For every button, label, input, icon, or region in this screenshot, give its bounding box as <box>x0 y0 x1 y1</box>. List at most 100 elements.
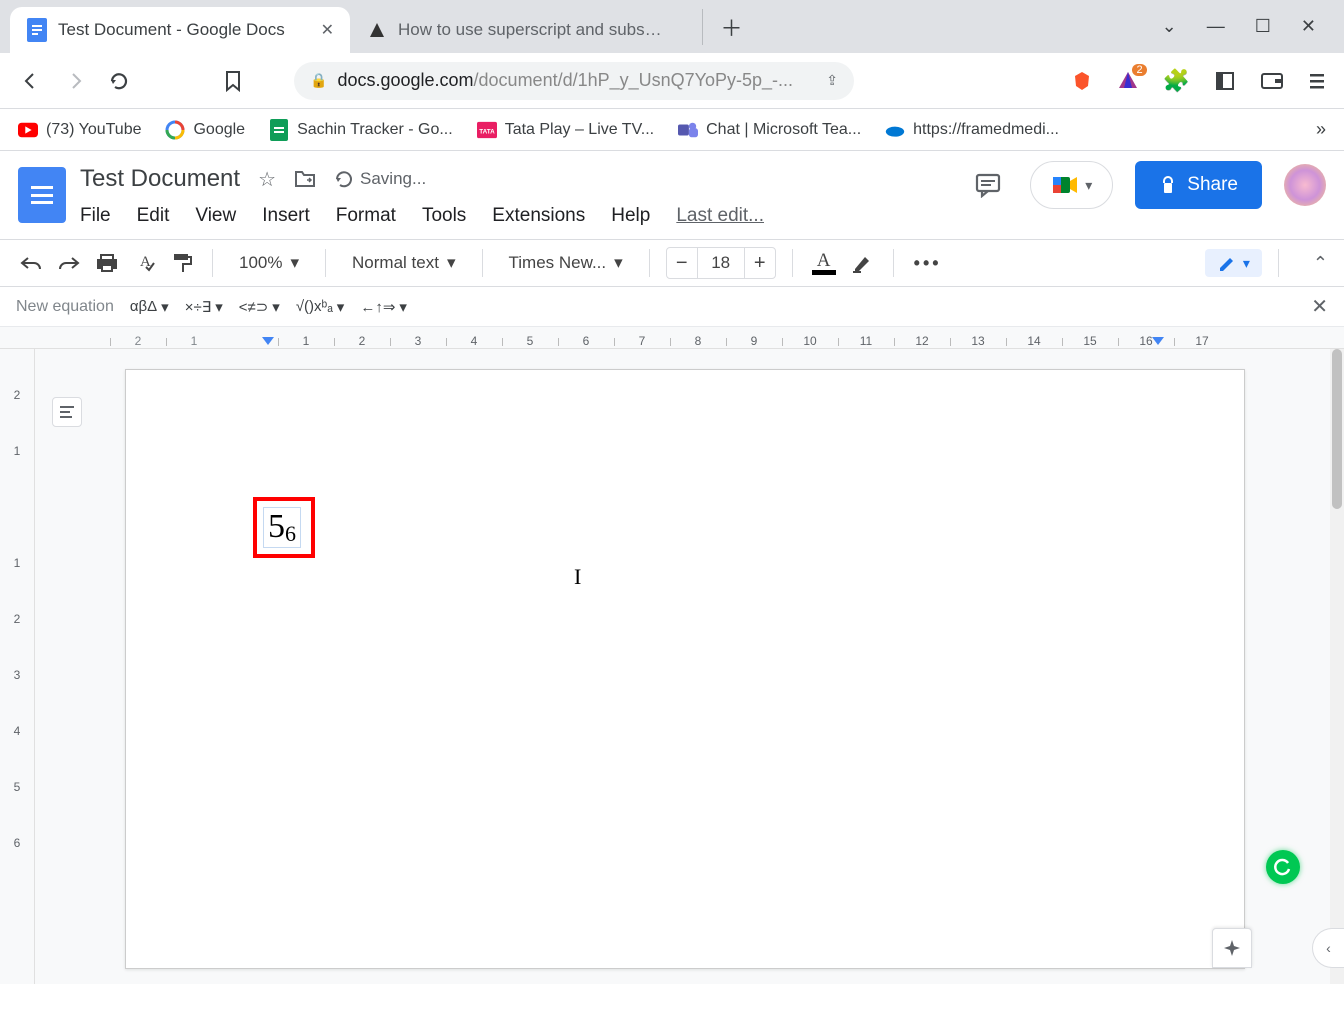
close-window-icon[interactable]: ✕ <box>1301 16 1316 37</box>
last-edit-link[interactable]: Last edit... <box>676 205 764 227</box>
menu-view[interactable]: View <box>195 205 236 227</box>
bookmark-item[interactable]: https://framedmedi... <box>885 120 1059 140</box>
menu-tools[interactable]: Tools <box>422 205 466 227</box>
avatar[interactable] <box>1284 164 1326 206</box>
menu-insert[interactable]: Insert <box>262 205 310 227</box>
font-size-increase[interactable]: + <box>745 252 775 275</box>
wallet-icon[interactable] <box>1260 70 1284 92</box>
teams-icon <box>678 120 698 140</box>
sheets-icon <box>269 120 289 140</box>
reload-button[interactable] <box>106 68 132 94</box>
eq-relations-dropdown[interactable]: <≠⊃ ▾ <box>239 298 280 316</box>
eq-group-label: ←↑⇒ <box>360 298 395 316</box>
docs-header: Test Document ☆ Saving... File Edit View… <box>0 151 1344 239</box>
text-color-button[interactable]: A <box>809 251 839 275</box>
bookmark-item[interactable]: (73) YouTube <box>18 120 141 140</box>
bookmarks-overflow-icon[interactable]: » <box>1316 119 1326 140</box>
youtube-icon <box>18 120 38 140</box>
forward-button[interactable] <box>62 68 88 94</box>
back-button[interactable] <box>18 68 44 94</box>
menu-help[interactable]: Help <box>611 205 650 227</box>
ruler-tick: 2 <box>359 334 366 348</box>
share-button[interactable]: Share <box>1135 161 1262 209</box>
equation-object[interactable]: 56 <box>263 507 301 548</box>
document-title[interactable]: Test Document <box>80 165 240 193</box>
sidebar-toggle-icon[interactable] <box>1214 70 1236 92</box>
browser-tab-active[interactable]: Test Document - Google Docs ✕ <box>10 7 350 53</box>
zoom-value: 100% <box>239 253 282 273</box>
menu-edit[interactable]: Edit <box>137 205 170 227</box>
font-size-decrease[interactable]: − <box>667 252 697 275</box>
eq-operators-dropdown[interactable]: ×÷∃ ▾ <box>185 298 223 316</box>
ruler-tick: 17 <box>1195 334 1208 348</box>
extensions-icon[interactable]: 🧩 <box>1163 68 1190 94</box>
eq-greek-dropdown[interactable]: αβΔ ▾ <box>130 298 169 316</box>
vertical-ruler[interactable]: 2 1 1 2 3 4 5 6 <box>0 349 35 984</box>
indent-marker-right[interactable] <box>1152 337 1164 345</box>
new-equation-button[interactable]: New equation <box>16 298 114 316</box>
svg-text:TATA: TATA <box>479 128 495 135</box>
address-bar[interactable]: 🔒 docs.google.com/document/d/1hP_y_UsnQ7… <box>294 62 854 100</box>
font-dropdown[interactable]: Times New...▾ <box>499 253 633 273</box>
document-page[interactable]: 56 I <box>125 369 1245 969</box>
menu-format[interactable]: Format <box>336 205 396 227</box>
ruler-tick: 6 <box>583 334 590 348</box>
document-canvas-area: 2 1 1 2 3 4 5 6 56 I ‹ <box>0 349 1344 984</box>
collapse-toolbar-icon[interactable]: ⌃ <box>1313 253 1328 274</box>
share-url-icon[interactable]: ⇪ <box>826 72 838 89</box>
browser-menu-icon[interactable] <box>1308 70 1326 92</box>
brave-shields-icon[interactable] <box>1071 70 1093 92</box>
chevron-down-icon[interactable]: ⌄ <box>1162 16 1177 37</box>
explore-button[interactable] <box>1212 928 1252 968</box>
new-tab-button[interactable]: ＋ <box>702 9 738 45</box>
brave-rewards-icon[interactable]: 2 <box>1117 70 1139 92</box>
horizontal-ruler[interactable]: 2 1 1 2 3 4 5 6 7 8 9 10 11 12 13 14 15 … <box>0 327 1344 349</box>
docs-logo[interactable] <box>18 167 66 223</box>
saving-status: Saving... <box>334 169 426 189</box>
side-panel-toggle[interactable]: ‹ <box>1312 928 1344 968</box>
close-equation-toolbar-icon[interactable]: ✕ <box>1311 294 1328 319</box>
move-folder-icon[interactable] <box>294 170 316 188</box>
font-size-value[interactable]: 18 <box>697 248 745 278</box>
eq-math-dropdown[interactable]: √()xᵇₐ ▾ <box>296 298 345 316</box>
bookmark-label: Google <box>193 121 245 139</box>
tab-title: Test Document - Google Docs <box>58 20 285 40</box>
onedrive-icon <box>885 120 905 140</box>
eq-arrows-dropdown[interactable]: ←↑⇒ ▾ <box>360 298 407 316</box>
tab-close-icon[interactable]: ✕ <box>321 20 334 40</box>
equation-highlight: 56 <box>253 497 315 558</box>
menu-file[interactable]: File <box>80 205 111 227</box>
paragraph-style-dropdown[interactable]: Normal text▾ <box>342 253 465 273</box>
star-icon[interactable]: ☆ <box>258 167 276 192</box>
share-label: Share <box>1187 174 1238 196</box>
font-size-control: − 18 + <box>666 247 776 279</box>
more-toolbar-icon[interactable]: ••• <box>910 247 946 279</box>
bookmark-item[interactable]: Google <box>165 120 245 140</box>
maximize-icon[interactable]: ☐ <box>1255 16 1271 37</box>
minimize-icon[interactable]: — <box>1207 16 1225 37</box>
highlight-button[interactable] <box>847 247 877 279</box>
ruler-tick: 11 <box>860 334 872 348</box>
bookmark-item[interactable]: Sachin Tracker - Go... <box>269 120 453 140</box>
bookmark-item[interactable]: TATATata Play – Live TV... <box>477 120 654 140</box>
redo-button[interactable] <box>54 247 84 279</box>
bookmark-item[interactable]: Chat | Microsoft Tea... <box>678 120 861 140</box>
bookmark-icon[interactable] <box>220 68 246 94</box>
meet-button[interactable]: ▾ <box>1030 161 1113 209</box>
comments-icon[interactable] <box>968 165 1008 205</box>
menu-extensions[interactable]: Extensions <box>492 205 585 227</box>
ruler-tick: 7 <box>639 334 646 348</box>
tab-title: How to use superscript and subscript <box>398 20 668 40</box>
print-button[interactable] <box>92 247 122 279</box>
grammarly-icon[interactable] <box>1266 850 1300 884</box>
spellcheck-button[interactable]: A <box>130 247 160 279</box>
zoom-dropdown[interactable]: 100%▾ <box>229 253 309 273</box>
vertical-scrollbar[interactable] <box>1330 349 1344 984</box>
indent-marker-left[interactable] <box>262 337 274 345</box>
scrollbar-thumb[interactable] <box>1332 349 1342 509</box>
browser-tab-inactive[interactable]: How to use superscript and subscript <box>350 7 690 53</box>
editing-mode-button[interactable]: ▾ <box>1205 249 1262 277</box>
bookmark-label: (73) YouTube <box>46 121 141 139</box>
undo-button[interactable] <box>16 247 46 279</box>
paint-format-button[interactable] <box>168 247 196 279</box>
